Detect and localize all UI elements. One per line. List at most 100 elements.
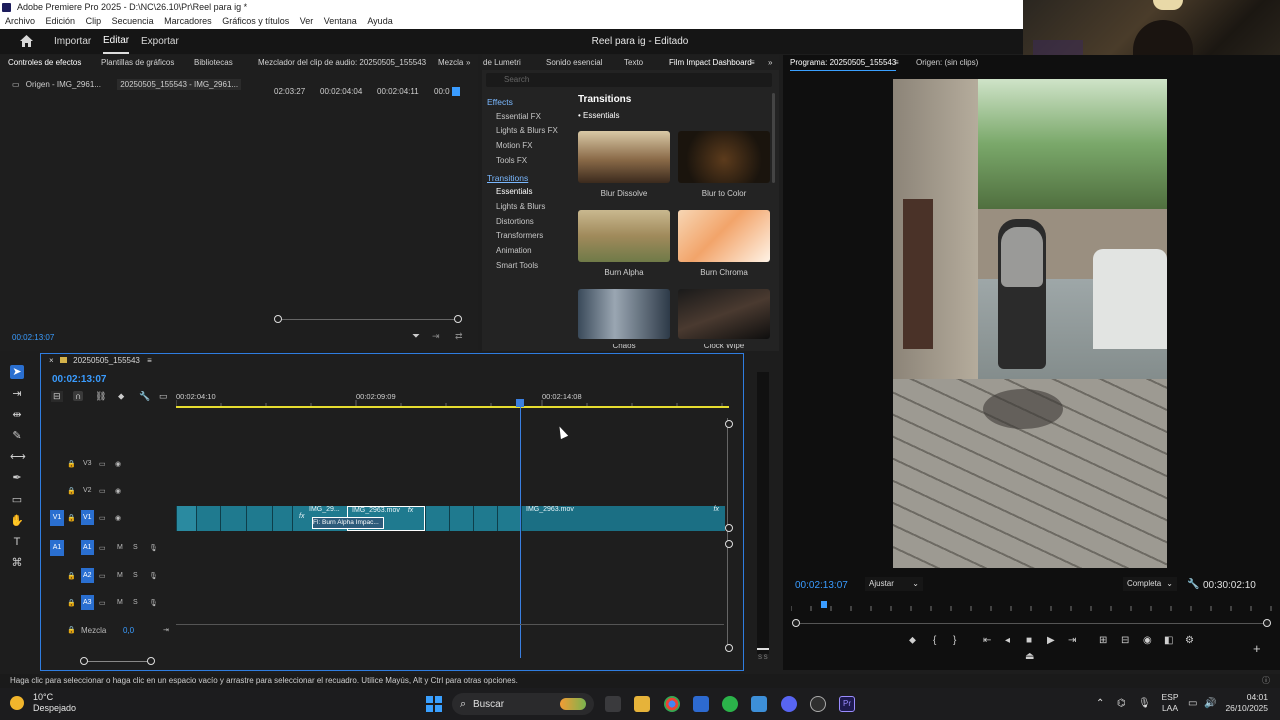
wrench-icon[interactable]: 🔧 <box>1187 579 1199 590</box>
discord-icon[interactable] <box>781 696 797 712</box>
category-smart-tools[interactable]: Smart Tools <box>496 261 538 270</box>
lock-icon[interactable]: 🔒 <box>67 626 76 634</box>
fit-dropdown[interactable]: Ajustar ⌄ <box>865 577 923 591</box>
eye-icon[interactable]: ◉ <box>115 460 121 468</box>
tab-audio-clip-mixer[interactable]: Mezclador del clip de audio: 20250505_15… <box>258 55 426 70</box>
captions-icon[interactable]: ▭ <box>159 391 168 402</box>
category-essentials[interactable]: Essentials <box>496 187 532 196</box>
effect-search-input[interactable]: Search <box>486 73 772 87</box>
wrench-icon[interactable]: 🔧 <box>139 391 150 402</box>
nav-import[interactable]: Importar <box>54 29 91 54</box>
filter-icon[interactable]: ⏷ <box>412 331 420 342</box>
insert-icon[interactable]: ⊞ <box>1099 635 1107 646</box>
scroll-knob-left[interactable] <box>792 619 800 627</box>
chrome-icon[interactable] <box>664 696 680 712</box>
thumb-chaos[interactable] <box>578 289 670 339</box>
category-lights-blurs-fx[interactable]: Lights & Blurs FX <box>496 126 558 135</box>
track-label-v2[interactable]: V2 <box>83 487 92 494</box>
step-back-icon[interactable]: ◂ <box>1005 635 1010 646</box>
v1-track-content[interactable]: IMG_29... fx IMG_2963.mov fx Fl: Burn Al… <box>176 506 725 531</box>
tab-film-impact[interactable]: Film Impact Dashboard <box>669 55 752 70</box>
add-button-icon[interactable]: + <box>1253 641 1261 656</box>
go-to-out-icon[interactable]: ⇥ <box>1068 635 1076 646</box>
menu-ver[interactable]: Ver <box>300 16 314 26</box>
program-ruler[interactable] <box>791 601 1275 611</box>
volume-icon[interactable]: 🔊 <box>1204 698 1216 709</box>
category-lights-blurs[interactable]: Lights & Blurs <box>496 202 545 211</box>
selection-tool-icon[interactable]: ➤ <box>10 365 24 379</box>
quality-dropdown[interactable]: Completa ⌄ <box>1123 577 1177 591</box>
ec-zoom-scrollbar[interactable] <box>274 315 462 323</box>
clip-img-2963[interactable]: IMG_2963.mov fx <box>521 506 725 531</box>
scroll-knob[interactable] <box>725 540 733 548</box>
file-explorer-icon[interactable] <box>634 696 650 712</box>
lock-icon[interactable]: 🔒 <box>67 514 76 522</box>
lock-icon[interactable]: 🔒 <box>67 460 76 468</box>
clip[interactable] <box>497 506 522 531</box>
transition-burn-alpha[interactable]: Fl: Burn Alpha Impac... <box>312 517 384 529</box>
timeline-zoom-scrollbar[interactable] <box>80 657 155 665</box>
hamburger-icon[interactable]: ▭ <box>12 80 20 89</box>
ripple-edit-tool-icon[interactable]: ⇹ <box>10 408 24 422</box>
mix-value[interactable]: 0,0 <box>123 626 134 635</box>
track-label-v3[interactable]: V3 <box>83 460 92 467</box>
marker-icon[interactable]: ⬥ <box>118 391 124 402</box>
scroll-knob[interactable] <box>725 420 733 428</box>
tab-essential-sound[interactable]: Sonido esencial <box>546 55 602 70</box>
compare-icon[interactable]: ◧ <box>1164 635 1173 646</box>
scroll-knob-right[interactable] <box>147 657 155 665</box>
lock-icon[interactable]: 🔒 <box>67 599 76 607</box>
toggle-sync-icon[interactable]: ▭ <box>99 487 106 495</box>
mute-button[interactable]: M <box>117 544 123 551</box>
eye-icon[interactable]: ◉ <box>115 514 121 522</box>
tab-libraries[interactable]: Bibliotecas <box>194 55 233 70</box>
track-label-a2[interactable]: A2 <box>81 568 94 583</box>
solo-button[interactable]: S <box>133 599 138 606</box>
menu-marcadores[interactable]: Marcadores <box>164 16 212 26</box>
solo-button[interactable]: S <box>133 544 138 551</box>
thumb-burn-chroma[interactable] <box>678 210 770 262</box>
tab-lumetri[interactable]: de Lumetri <box>483 55 521 70</box>
nav-edit[interactable]: Editar <box>103 29 130 54</box>
menu-ventana[interactable]: Ventana <box>324 16 357 26</box>
clip[interactable] <box>449 506 474 531</box>
eye-icon[interactable]: ◉ <box>115 487 121 495</box>
mic-icon[interactable]: 🎙 <box>1138 698 1151 709</box>
snap-nest-icon[interactable]: ⊟ <box>51 391 63 402</box>
windows-start-icon[interactable] <box>426 696 442 712</box>
menu-archivo[interactable]: Archivo <box>5 16 35 26</box>
premiere-taskbar-icon[interactable]: Pr <box>839 696 855 712</box>
export-icon[interactable]: ⇥ <box>432 331 440 342</box>
scroll-knob-left[interactable] <box>274 315 282 323</box>
remix-tool-icon[interactable]: ⌘ <box>10 556 24 570</box>
toggle-sync-icon[interactable]: ▭ <box>99 599 106 607</box>
add-marker-icon[interactable]: ⬥ <box>909 635 916 646</box>
track-label-a1[interactable]: A1 <box>81 540 94 555</box>
store-icon[interactable] <box>693 696 709 712</box>
taskbar-clock[interactable]: 04:01 26/10/2025 <box>1222 692 1268 714</box>
thumb-burn-alpha[interactable] <box>578 210 670 262</box>
category-distortions[interactable]: Distortions <box>496 217 534 226</box>
display-icon[interactable]: ▭ <box>1188 698 1197 709</box>
timeline-menu-icon[interactable]: ≡ <box>147 356 152 365</box>
mark-in-icon[interactable]: { <box>933 635 936 646</box>
tab-source[interactable]: Origen: (sin clips) <box>916 55 978 70</box>
sequence-name[interactable]: 20250505_155543 <box>73 356 140 365</box>
category-tools-fx[interactable]: Tools FX <box>496 156 527 165</box>
category-transformers[interactable]: Transformers <box>496 231 543 240</box>
mark-out-icon[interactable]: } <box>953 635 956 646</box>
whatsapp-icon[interactable] <box>722 696 738 712</box>
taskbar-search[interactable]: ⌕ Buscar <box>452 693 594 715</box>
go-to-end-icon[interactable]: ⇥ <box>163 626 169 634</box>
home-icon[interactable] <box>20 35 33 47</box>
program-timecode[interactable]: 00:02:13:07 <box>795 580 848 591</box>
pen-tool-icon[interactable]: ✒ <box>10 471 24 485</box>
category-essential-fx[interactable]: Essential FX <box>496 112 541 121</box>
tab-mixer[interactable]: Mezcla <box>438 55 463 70</box>
notepad-icon[interactable] <box>751 696 767 712</box>
clip[interactable] <box>220 506 247 531</box>
toggle-sync-icon[interactable]: ▭ <box>99 572 106 580</box>
type-tool-icon[interactable]: T <box>10 535 24 549</box>
program-video-frame[interactable] <box>893 79 1167 568</box>
clip[interactable] <box>425 506 450 531</box>
